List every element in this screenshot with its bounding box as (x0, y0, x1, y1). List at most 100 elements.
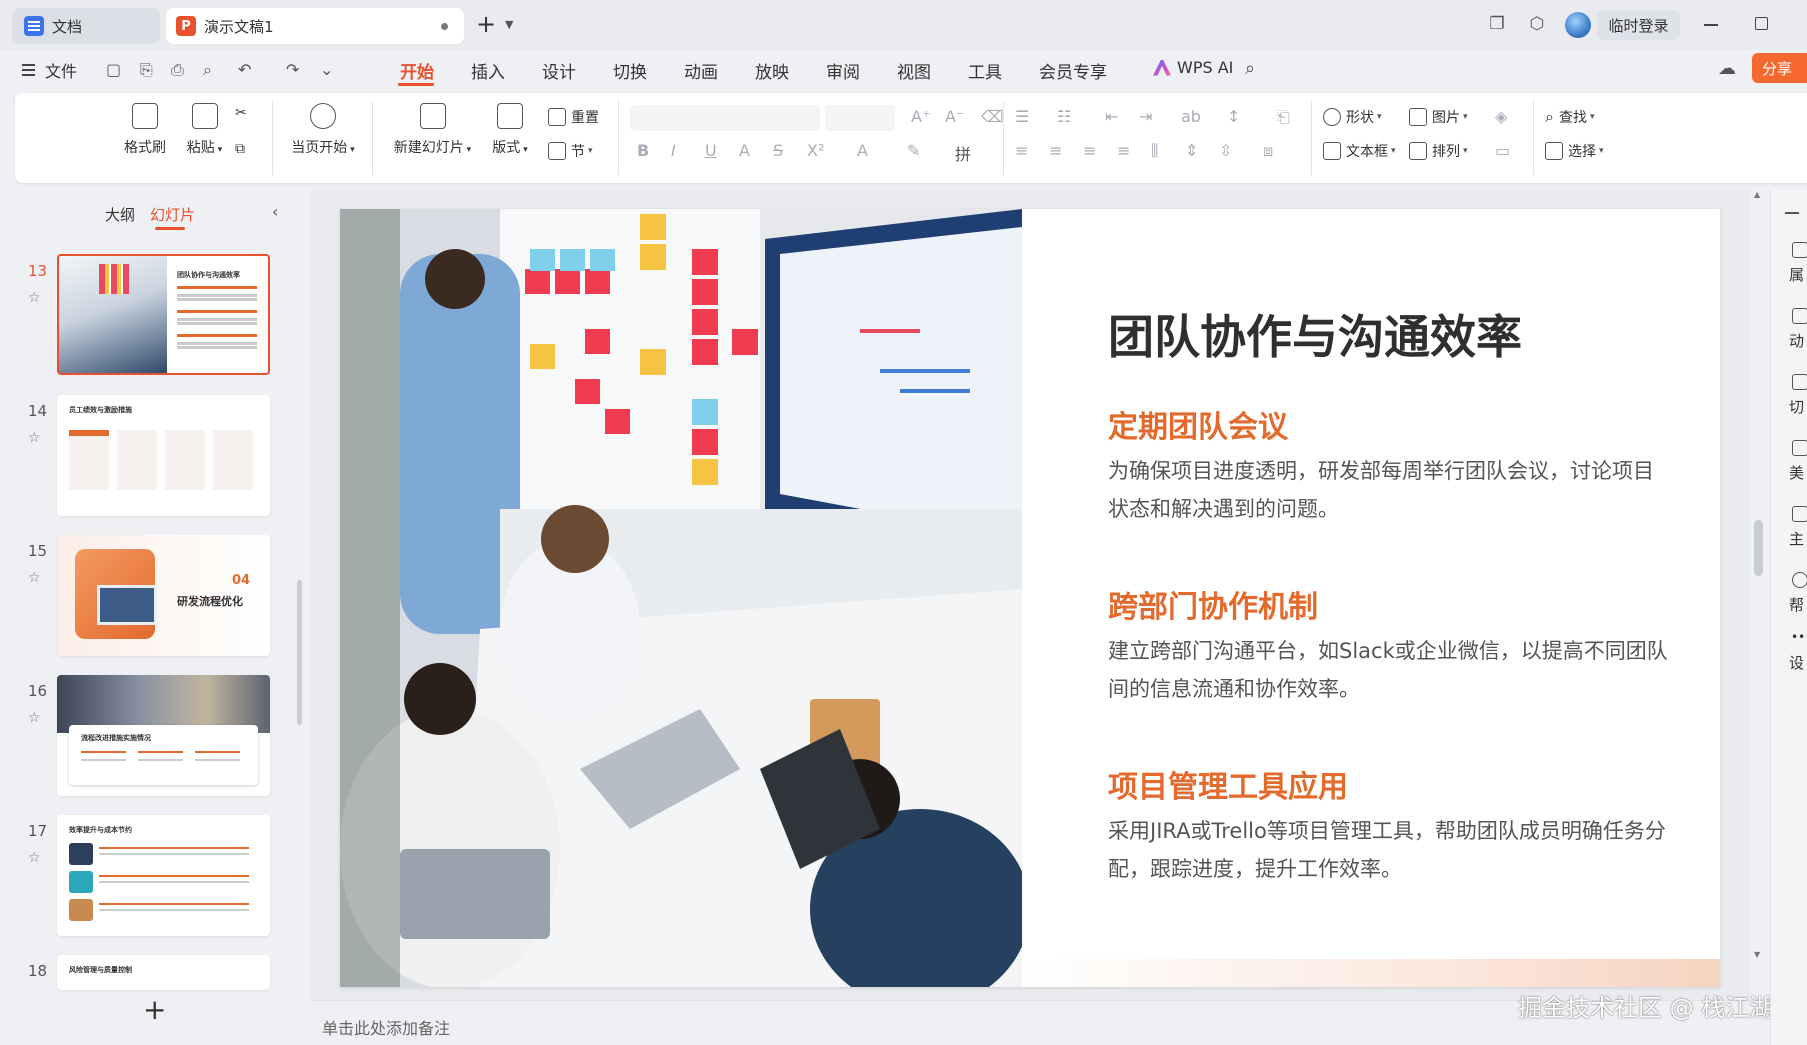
bullet-list-icon[interactable]: ☰ (1015, 107, 1029, 126)
align-left-icon[interactable]: ≡ (1015, 141, 1028, 160)
slide-thumbnail-13[interactable]: 团队协作与沟通效率 (57, 254, 270, 375)
tab-design[interactable]: 设计 (542, 58, 576, 83)
file-menu[interactable]: 文件 (22, 58, 77, 82)
numbered-list-icon[interactable]: ☷ (1057, 107, 1071, 126)
undo-icon[interactable]: ↶ (238, 60, 251, 79)
convert-smartart-icon[interactable]: ⎗ (1277, 107, 1290, 127)
maximize-icon[interactable] (1755, 17, 1768, 30)
tab-docs[interactable]: 文档 (12, 8, 160, 44)
vertical-scrollbar[interactable]: ▲ ▼ (1750, 190, 1768, 1000)
increase-font-icon[interactable]: A⁺ (911, 107, 930, 126)
pane-item-help[interactable]: 帮 (1789, 594, 1804, 615)
clear-format-icon[interactable]: ⌫ (981, 107, 1004, 126)
login-button[interactable]: 临时登录 (1597, 10, 1680, 40)
format-painter-button[interactable]: 格式刷 (115, 103, 175, 157)
window-tile-icon[interactable]: ❐ (1487, 14, 1507, 34)
copy-icon[interactable]: ⧉ (235, 141, 245, 157)
star-icon[interactable]: ☆ (28, 850, 41, 866)
slide-thumbnail-18[interactable]: 风险管理与质量控制 (57, 955, 270, 990)
scroll-down-icon[interactable]: ▼ (1754, 950, 1760, 959)
tab-transition[interactable]: 切换 (613, 58, 647, 83)
cube-icon[interactable]: ⬡ (1527, 14, 1547, 34)
slide-thumbnail-17[interactable]: 效率提升与成本节约 (57, 815, 270, 936)
increase-indent-icon[interactable]: ⇥ (1139, 107, 1152, 126)
superscript-icon[interactable]: X² (807, 141, 824, 160)
tab-review[interactable]: 审阅 (826, 58, 860, 83)
star-icon[interactable]: ☆ (28, 570, 41, 586)
picture-button[interactable]: 图片 ▾ (1409, 107, 1468, 127)
export-icon[interactable]: ⎘ (140, 60, 153, 80)
decrease-indent-icon[interactable]: ⇤ (1105, 107, 1118, 126)
unsaved-dot-icon[interactable] (441, 23, 448, 30)
cloud-upload-icon[interactable]: ☁ (1718, 58, 1736, 79)
slide-thumbnail-16[interactable]: 流程改进措施实施情况 (57, 675, 270, 796)
tab-slideshow[interactable]: 放映 (755, 58, 789, 83)
star-icon[interactable]: ☆ (28, 710, 41, 726)
layout-button[interactable]: 版式 ▾ (485, 103, 535, 157)
avatar[interactable] (1565, 12, 1591, 38)
pane-item-theme[interactable]: 主 (1789, 528, 1804, 549)
select-button[interactable]: 选择 ▾ (1545, 141, 1604, 161)
line-spacing-icon[interactable]: ⇕ (1185, 141, 1198, 160)
paragraph-spacing-icon[interactable]: ⇳ (1219, 141, 1232, 160)
slide-thumbnail-15[interactable]: 04 研发流程优化 (57, 535, 270, 656)
print-preview-icon[interactable]: ⌕ (203, 60, 212, 80)
current-slide[interactable]: 团队协作与沟通效率 定期团队会议 为确保项目进度透明，研发部每周举行团队会议，讨… (340, 209, 1720, 987)
section-button[interactable]: 节 ▾ (548, 141, 593, 161)
minimize-icon[interactable] (1704, 24, 1718, 26)
shadow-text-icon[interactable]: A (739, 141, 750, 160)
textbox-button[interactable]: 文本框 ▾ (1323, 141, 1396, 161)
scroll-up-icon[interactable]: ▲ (1754, 190, 1760, 199)
strikethrough-icon[interactable]: S (773, 141, 783, 160)
section-body[interactable]: 采用JIRA或Trello等项目管理工具，帮助团队成员明确任务分配，跟踪进度，提… (1108, 812, 1668, 888)
section-heading[interactable]: 定期团队会议 (1108, 402, 1288, 446)
chevron-down-icon[interactable]: ▼ (505, 18, 513, 31)
font-family-select[interactable] (630, 105, 820, 131)
bold-icon[interactable]: B (637, 141, 649, 160)
chevron-down-icon[interactable]: ⌄ (320, 60, 333, 79)
section-body[interactable]: 为确保项目进度透明，研发部每周举行团队会议，讨论项目状态和解决遇到的问题。 (1108, 452, 1668, 528)
align-center-icon[interactable]: ≡ (1049, 141, 1062, 160)
find-button[interactable]: ⌕ 查找 ▾ (1545, 107, 1595, 127)
shape-button[interactable]: 形状 ▾ (1323, 107, 1382, 127)
tab-view[interactable]: 视图 (897, 58, 931, 83)
slide-thumbnail-14[interactable]: 员工绩效与激励措施 (57, 395, 270, 516)
reset-button[interactable]: 重置 (548, 107, 599, 127)
tab-member[interactable]: 会员专享 (1039, 58, 1107, 83)
tab-home[interactable]: 开始 (400, 58, 434, 83)
tab-tools[interactable]: 工具 (968, 58, 1002, 83)
justify-icon[interactable]: ≡ (1117, 141, 1130, 160)
tab-slides[interactable]: 幻灯片 (150, 204, 195, 225)
save-icon[interactable]: ▢ (106, 60, 121, 79)
outline-icon[interactable]: ▭ (1495, 141, 1510, 160)
pane-item-settings[interactable]: 设 (1789, 652, 1804, 673)
slide-title[interactable]: 团队协作与沟通效率 (1108, 301, 1522, 367)
tab-presentation[interactable]: P 演示文稿1 (166, 8, 464, 44)
add-slide-plus-icon[interactable]: + (143, 996, 166, 1024)
font-color-icon[interactable]: A (857, 141, 868, 160)
notes-placeholder[interactable]: 单击此处添加备注 (322, 1015, 450, 1039)
scroll-thumb[interactable] (1754, 520, 1763, 576)
distributed-icon[interactable]: ⫼ (1151, 141, 1158, 161)
redo-icon[interactable]: ↷ (286, 60, 299, 79)
collapse-panel-icon[interactable]: ‹ (272, 202, 278, 221)
italic-icon[interactable]: I (671, 141, 676, 160)
decrease-font-icon[interactable]: A⁻ (945, 107, 964, 126)
paste-button[interactable]: 粘贴 ▾ (177, 103, 232, 157)
fill-icon[interactable]: ◈ (1495, 107, 1507, 126)
play-from-current-button[interactable]: 当页开始 ▾ (283, 103, 363, 157)
pane-item-animation[interactable]: 动 (1789, 330, 1804, 351)
section-heading[interactable]: 项目管理工具应用 (1108, 762, 1348, 806)
font-size-select[interactable] (825, 105, 895, 131)
phonetic-icon[interactable]: 拼 (955, 141, 971, 165)
text-direction-icon[interactable]: ab (1181, 107, 1201, 126)
thumbnail-scrollbar[interactable] (297, 580, 302, 725)
star-icon[interactable]: ☆ (28, 430, 41, 446)
star-icon[interactable]: ☆ (28, 290, 41, 306)
columns-icon[interactable]: ⧈ (1263, 141, 1273, 161)
section-body[interactable]: 建立跨部门沟通平台，如Slack或企业微信，以提高不同团队间的信息流通和协作效率… (1108, 632, 1668, 708)
tab-insert[interactable]: 插入 (471, 58, 505, 83)
new-slide-button[interactable]: 新建幻灯片 ▾ (385, 103, 480, 157)
highlight-icon[interactable]: ✎ (907, 141, 920, 160)
pane-handle-icon[interactable] (1785, 212, 1799, 214)
